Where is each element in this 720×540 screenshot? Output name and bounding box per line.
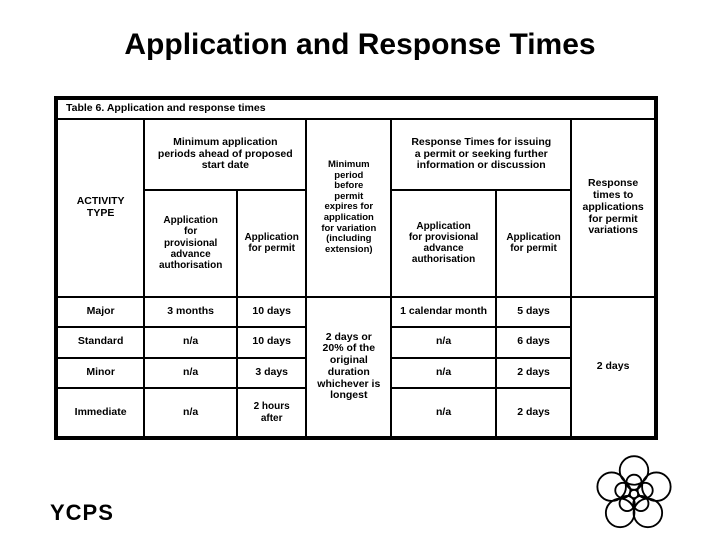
- cell-activity: Major: [55, 295, 146, 329]
- cell-activity: Standard: [55, 326, 146, 359]
- cell-resp-provisional: n/a: [390, 326, 497, 359]
- cell-resp-permit: 2 days: [494, 387, 573, 438]
- cell-min-app-permit: 2 hours after: [235, 387, 308, 438]
- header-activity-type: ACTIVITY TYPE: [55, 118, 146, 298]
- cell-min-app-provisional: n/a: [143, 387, 238, 438]
- cell-activity: Immediate: [55, 387, 146, 438]
- cell-resp-provisional: 1 calendar month: [390, 295, 497, 329]
- table-row: Major 3 months 10 days 2 days or 20% of t…: [55, 295, 656, 439]
- table: Table 6. Application and response times …: [55, 98, 656, 439]
- cell-min-app-permit: 3 days: [235, 356, 308, 390]
- header-min-application-periods: Minimum application periods ahead of prop…: [143, 118, 308, 191]
- cell-min-app-provisional: n/a: [143, 356, 238, 390]
- subheader-app-permit: Application for permit: [235, 188, 308, 298]
- cell-min-app-provisional: 3 months: [143, 295, 238, 329]
- subheader-app-provisional-advance-2: Application for provisional advance authori…: [390, 188, 497, 298]
- page-title: Application and Response Times: [124, 28, 596, 61]
- table-header-row: ACTIVITY TYPE Minimum application periods …: [55, 118, 656, 298]
- cell-activity: Minor: [55, 356, 146, 390]
- header-response-times-issuing: Response Times for issuing a permit or se…: [390, 118, 573, 191]
- footer-logo-text: YCPS: [50, 500, 114, 525]
- cell-min-app-permit: 10 days: [235, 326, 308, 359]
- header-response-times-variations: Response times to applications for permit va…: [570, 118, 656, 298]
- yorkshire-rose-icon: [596, 455, 672, 529]
- header-min-period-variation: Minimum period before permit expires for appl…: [305, 118, 393, 298]
- slide: Application and Response Times Table 6. …: [0, 0, 720, 540]
- cell-resp-permit: 2 days: [494, 356, 573, 390]
- permit-times-table: Table 6. Application and response times …: [54, 96, 658, 440]
- cell-resp-permit: 6 days: [494, 326, 573, 359]
- subheader-app-provisional-advance: Application for provisional advance authoris…: [143, 188, 238, 298]
- table-caption-row: Table 6. Application and response times: [56, 98, 656, 120]
- cell-resp-provisional: n/a: [390, 356, 497, 390]
- table-caption: Table 6. Application and response times: [56, 98, 656, 120]
- cell-min-app-provisional: n/a: [143, 326, 238, 359]
- cell-variation-period: 2 days or 20% of the original duration which…: [305, 295, 393, 439]
- cell-resp-permit: 5 days: [494, 295, 573, 329]
- cell-min-app-permit: 10 days: [235, 295, 308, 329]
- cell-resp-provisional: n/a: [390, 387, 497, 438]
- cell-resp-variation: 2 days: [570, 295, 656, 439]
- subheader-app-permit-2: Application for permit: [494, 188, 573, 298]
